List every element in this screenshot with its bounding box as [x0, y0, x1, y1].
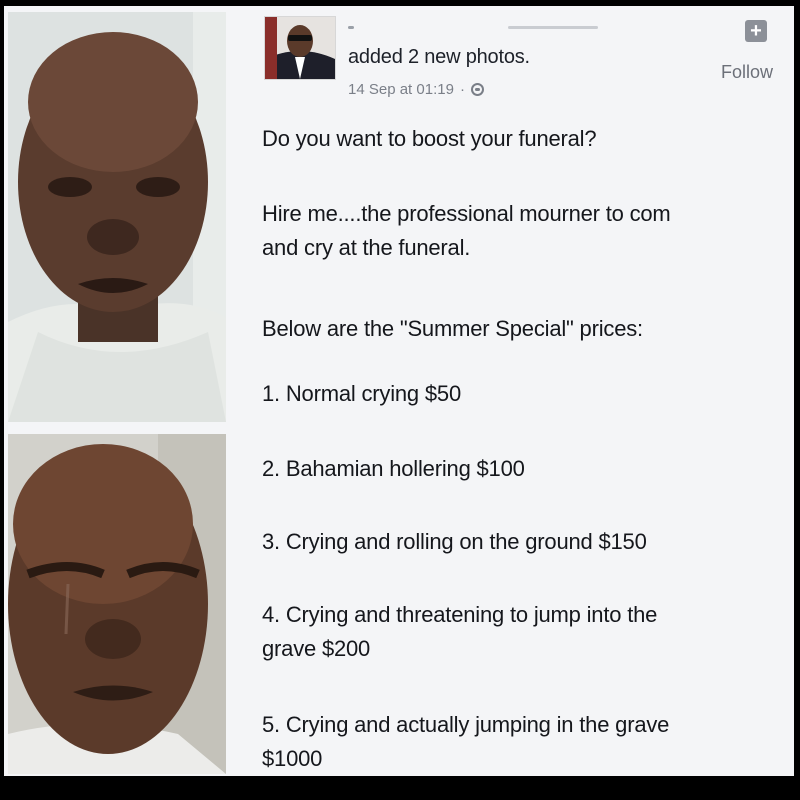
globe-icon	[470, 83, 484, 96]
post-meta: 14 Sep at 01:19 ·	[348, 81, 484, 98]
post-timestamp[interactable]: 14 Sep at 01:19	[348, 81, 454, 98]
post-hire-line-1: Hire me....the professional mourner to c…	[262, 201, 671, 226]
photo-crying-face-image	[8, 434, 226, 774]
photo-crying-face[interactable]	[8, 434, 226, 774]
post-prices-intro: Below are the "Summer Special" prices:	[262, 316, 643, 341]
price-item-1: 1. Normal crying $50	[262, 381, 461, 406]
price-item-5-line-1: 5. Crying and actually jumping in the gr…	[262, 712, 670, 737]
post-intro: Do you want to boost your funeral?	[262, 126, 597, 151]
author-avatar[interactable]	[264, 16, 336, 80]
price-item-2: 2. Bahamian hollering $100	[262, 456, 525, 481]
follow-label: Follow	[721, 62, 774, 82]
price-item-4-line-1: 4. Crying and threatening to jump into t…	[262, 602, 658, 627]
price-item-3: 3. Crying and rolling on the ground $150	[262, 529, 647, 554]
price-item-4-line-2: grave $200	[262, 636, 371, 661]
photo-neutral-face-image	[8, 12, 226, 422]
follow-button[interactable]: + Follow	[721, 20, 791, 92]
author-name-redacted	[348, 22, 608, 34]
photo-neutral-face[interactable]	[8, 12, 226, 422]
avatar-image	[265, 17, 335, 79]
post-action-text: added 2 new photos.	[348, 46, 530, 68]
facebook-post: added 2 new photos. 14 Sep at 01:19 · + …	[236, 6, 794, 776]
price-item-5-line-2: $1000	[262, 746, 323, 771]
meta-separator: ·	[459, 81, 465, 98]
plus-icon: +	[745, 20, 767, 42]
screenshot-frame: added 2 new photos. 14 Sep at 01:19 · + …	[4, 6, 794, 776]
post-hire-line-2: and cry at the funeral.	[262, 235, 471, 260]
